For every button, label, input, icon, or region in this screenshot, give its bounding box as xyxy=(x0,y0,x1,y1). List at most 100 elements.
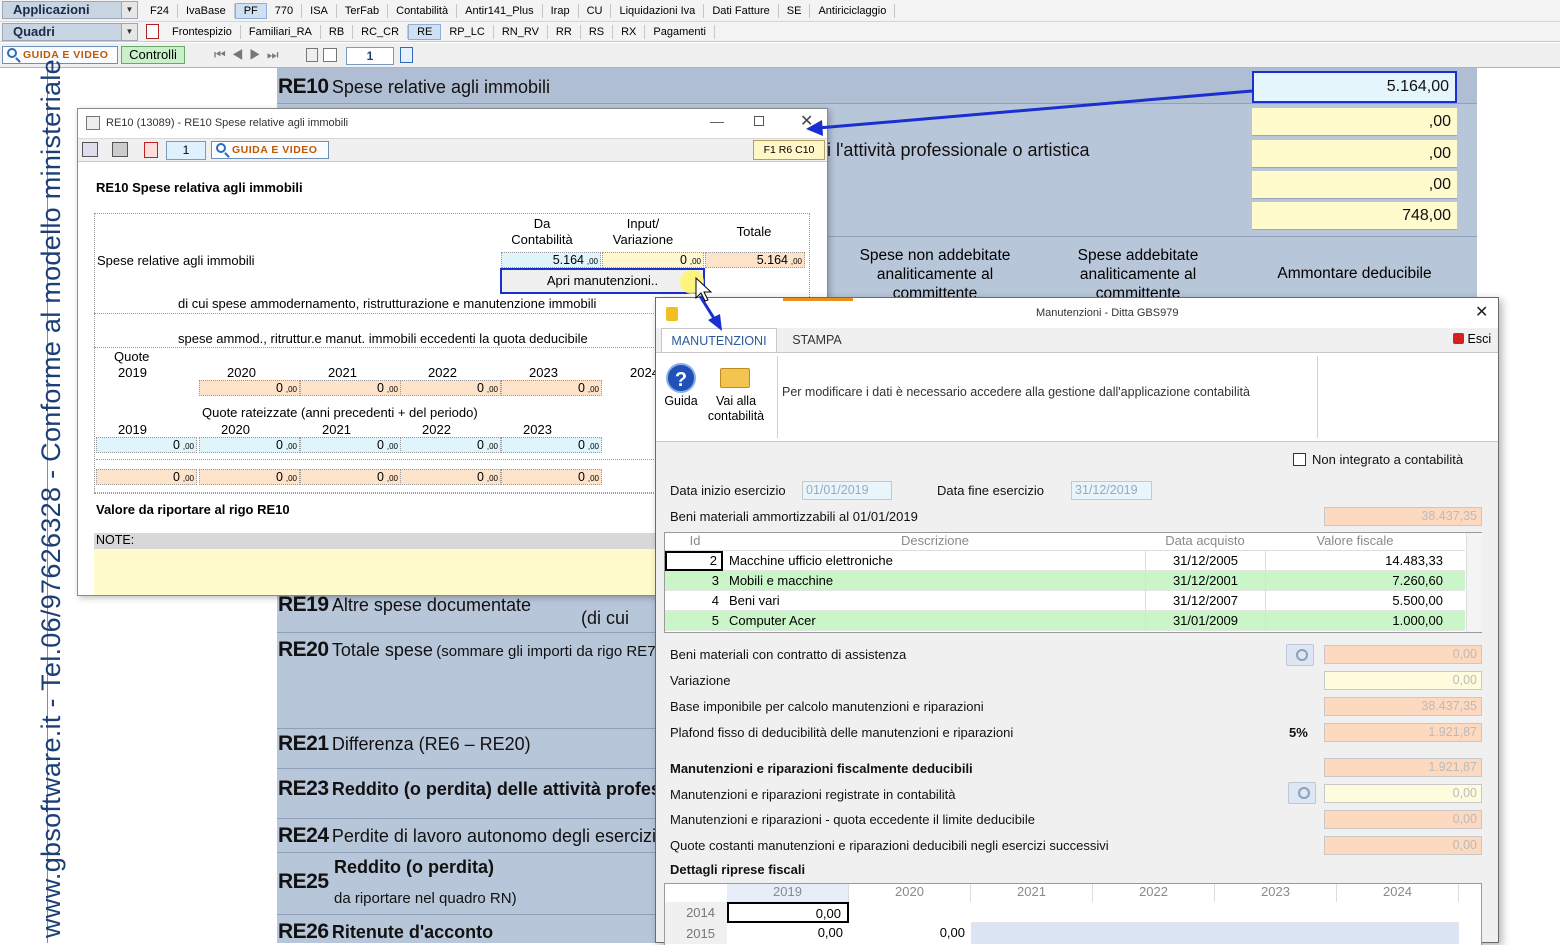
data-fine-field: 31/12/2019 xyxy=(1071,481,1152,500)
decimal-suffix: ,00 xyxy=(790,257,802,266)
delete-icon[interactable] xyxy=(144,142,158,158)
chevron-down-icon[interactable]: ▼ xyxy=(121,24,137,40)
col-input-variazione: Input/ Variazione xyxy=(612,216,674,247)
beni-row[interactable]: 3 Mobili e macchine 31/12/2001 7.260,60 xyxy=(665,571,1465,591)
nav-arrows-icon[interactable]: ⏮◀▶⏭ xyxy=(214,47,285,63)
riprese-cell[interactable]: 0,00 xyxy=(727,923,849,944)
guida-video-button[interactable]: GUIDA E VIDEO xyxy=(211,141,329,159)
quadro-tab[interactable]: RR xyxy=(548,25,581,39)
quote-value-field[interactable]: 0,00 xyxy=(400,380,501,396)
quote-value-field[interactable]: 0,00 xyxy=(300,380,401,396)
beni-amm-field: 38.437,35 xyxy=(1324,507,1482,526)
help-icon[interactable]: ? xyxy=(666,363,696,393)
quote-value-field[interactable]: 0,00 xyxy=(199,380,300,396)
apri-manutenzioni-button[interactable]: Apri manutenzioni.. xyxy=(500,268,705,294)
riprese-year-header: 2021 xyxy=(971,884,1093,902)
line4-value-field[interactable]: ,00 xyxy=(1252,171,1457,199)
ribbon-info-text: Per modificare i dati è necessario acced… xyxy=(782,385,1250,399)
line3-value-field[interactable]: ,00 xyxy=(1252,140,1457,168)
app-tab[interactable]: TerFab xyxy=(337,4,389,18)
quote-value-field[interactable]: 0,00 xyxy=(501,380,602,396)
quadro-tab[interactable]: RB xyxy=(321,25,354,39)
rateizzate-value-field-2[interactable]: 0,00 xyxy=(400,469,501,485)
scrollbar[interactable] xyxy=(1466,533,1482,632)
page-number-input[interactable]: 1 xyxy=(166,141,206,160)
totale-field: 5.164,00 xyxy=(705,252,805,268)
quadri-combo[interactable]: Quadri ▼ xyxy=(2,23,138,41)
line5-value-field[interactable]: 748,00 xyxy=(1252,202,1457,230)
line2-value-field[interactable]: ,00 xyxy=(1252,108,1457,136)
re10-value-field[interactable]: 5.164,00 xyxy=(1252,71,1457,103)
app-tab[interactable]: Liquidazioni Iva xyxy=(611,4,705,18)
page-icon[interactable] xyxy=(323,48,337,62)
app-tab[interactable]: Antir141_Plus xyxy=(457,4,543,18)
tab-stampa[interactable]: STAMPA xyxy=(786,328,848,352)
copy-icon[interactable] xyxy=(306,48,318,62)
quadro-tab[interactable]: RS xyxy=(581,25,614,39)
quadro-tab[interactable]: Frontespizio xyxy=(164,25,241,39)
riprese-cell[interactable] xyxy=(849,902,971,923)
variazione-label: Variazione xyxy=(670,673,731,688)
exit-icon[interactable] xyxy=(82,142,98,157)
quadro-tab[interactable]: RC_CR xyxy=(353,25,409,39)
decimal-suffix: ,00 xyxy=(285,474,297,483)
rateizzate-value-field-2[interactable]: 0,00 xyxy=(96,469,197,485)
search-doc-icon[interactable] xyxy=(400,47,413,63)
beni-descrizione: Macchine ufficio elettroniche xyxy=(729,553,893,568)
cell-value: 0 xyxy=(578,470,585,484)
rateizzate-value-field-2[interactable]: 0,00 xyxy=(501,469,602,485)
app-tab[interactable]: 770 xyxy=(267,4,303,18)
folder-icon[interactable] xyxy=(720,368,750,388)
pdf-icon[interactable] xyxy=(146,24,159,39)
manutenzioni-dialog: Manutenzioni - Ditta GBS979 ✕ MANUTENZIO… xyxy=(655,297,1499,945)
cell-value: 0 xyxy=(477,470,484,484)
controlli-button[interactable]: Controlli xyxy=(121,46,185,64)
app-tab[interactable]: ISA xyxy=(302,4,337,18)
quadro-tab[interactable]: RE xyxy=(408,24,442,40)
key-icon[interactable] xyxy=(1288,782,1316,804)
non-integrato-checkbox[interactable] xyxy=(1293,453,1306,466)
quadro-tab[interactable]: Pagamenti xyxy=(645,25,715,39)
variazione-field[interactable]: 0,00 xyxy=(1324,671,1482,690)
input-variazione-field[interactable]: 0,00 xyxy=(602,252,704,268)
quadro-tab[interactable]: RP_LC xyxy=(441,25,494,39)
quote-costanti-label: Quote costanti manutenzioni e riparazion… xyxy=(670,838,1109,853)
print-icon[interactable] xyxy=(112,142,128,157)
key-icon[interactable] xyxy=(1286,644,1314,666)
close-icon[interactable]: ✕ xyxy=(1475,302,1488,322)
app-tab[interactable]: IvaBase xyxy=(178,4,235,18)
app-tab[interactable]: Dati Fatture xyxy=(704,4,779,18)
beni-row[interactable]: 2 Macchine ufficio elettroniche 31/12/2005… xyxy=(665,551,1465,571)
app-tab[interactable]: SE xyxy=(779,4,811,18)
quadro-tab[interactable]: RX xyxy=(613,25,646,39)
riprese-cell[interactable]: 0,00 xyxy=(849,923,971,944)
app-tab[interactable]: Contabilità xyxy=(388,4,458,18)
guida-label[interactable]: Guida xyxy=(661,394,701,408)
beni-row[interactable]: 5 Computer Acer 31/01/2009 1.000,00 xyxy=(665,611,1465,631)
esci-button[interactable]: Esci xyxy=(1453,332,1491,346)
minimize-icon[interactable]: — xyxy=(710,113,724,129)
registrate-field[interactable]: 0,00 xyxy=(1324,784,1482,803)
vai-contabilita-label[interactable]: Vai alla contabilità xyxy=(702,394,770,424)
chevron-down-icon[interactable]: ▼ xyxy=(121,2,137,18)
app-tab[interactable]: Irap xyxy=(543,4,579,18)
quadro-tab[interactable]: Familiari_RA xyxy=(241,25,321,39)
page-number-input[interactable]: 1 xyxy=(346,47,394,65)
app-tab[interactable]: Antiriciclaggio xyxy=(810,4,896,18)
rateizzate-value-field-2[interactable]: 0,00 xyxy=(300,469,401,485)
col-id: Id xyxy=(689,533,701,548)
beni-row[interactable]: 4 Beni vari 31/12/2007 5.500,00 xyxy=(665,591,1465,611)
applicazioni-combo[interactable]: Applicazioni ▼ xyxy=(2,1,138,19)
tab-manutenzioni[interactable]: MANUTENZIONI xyxy=(661,328,777,352)
riprese-cell[interactable]: 0,00 xyxy=(727,902,849,923)
app-tab[interactable]: CU xyxy=(579,4,612,18)
quadro-tab[interactable]: RN_RV xyxy=(494,25,548,39)
close-icon[interactable]: ✕ xyxy=(800,111,813,131)
exit-icon xyxy=(1453,333,1464,344)
app-tab[interactable]: F24 xyxy=(142,4,178,18)
app-tab[interactable]: PF xyxy=(234,3,267,19)
rateizzate-value-field-2[interactable]: 0,00 xyxy=(199,469,300,485)
maximize-icon[interactable] xyxy=(754,116,764,126)
col-spese-addebitate: Spese addebitate analiticamente al commi… xyxy=(1077,247,1199,302)
assistenza-field: 0,00 xyxy=(1324,645,1482,664)
